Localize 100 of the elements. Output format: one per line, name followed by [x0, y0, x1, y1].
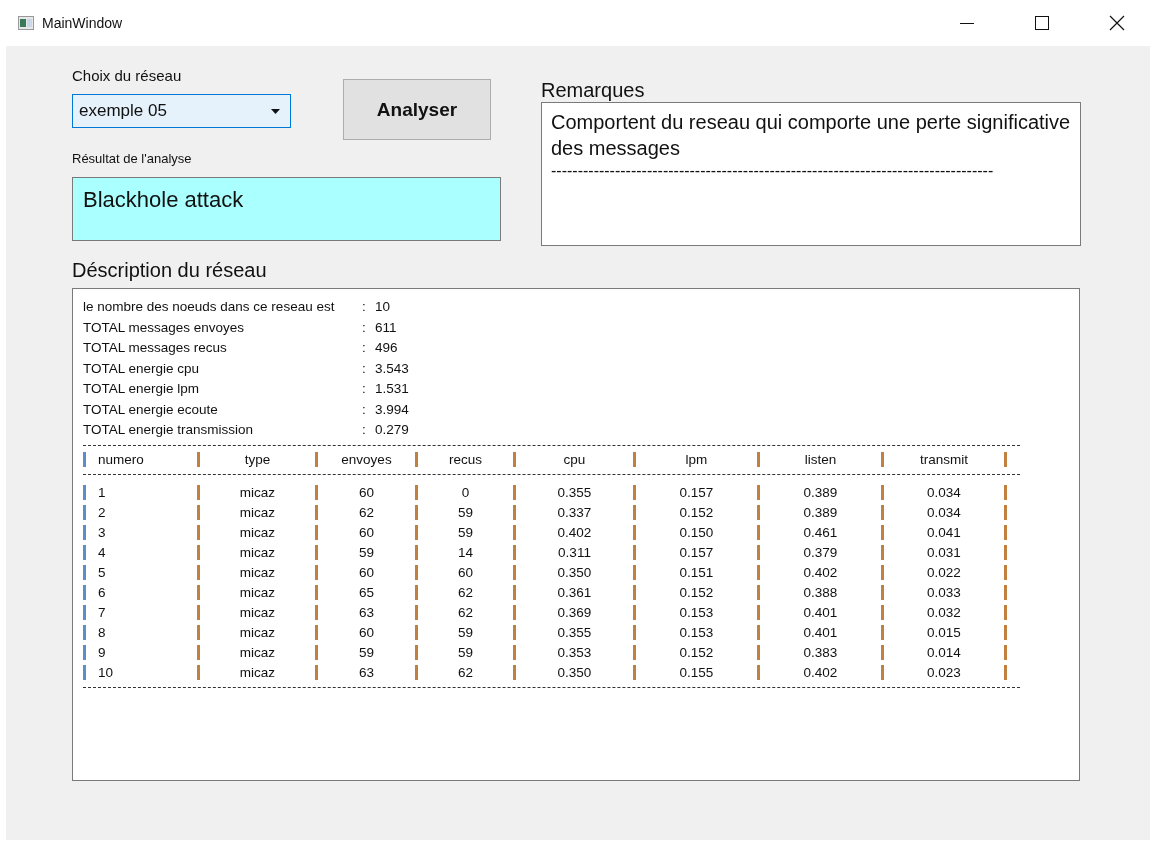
table-cell: 60 — [415, 565, 513, 580]
table-cell: 0.389 — [757, 485, 881, 500]
table-cell: micaz — [197, 585, 315, 600]
network-choice-label: Choix du réseau — [72, 66, 183, 86]
table-cell: 0.023 — [881, 665, 1007, 680]
table-cell: 0.014 — [881, 645, 1007, 660]
table-cell: micaz — [197, 525, 315, 540]
table-cell: 3 — [83, 525, 197, 540]
table-cell: 60 — [315, 625, 415, 640]
table-cell: 9 — [83, 645, 197, 660]
table-cell: 62 — [415, 665, 513, 680]
table-cell: 59 — [315, 645, 415, 660]
summary-value: 611 — [375, 318, 398, 337]
table-cell: 14 — [415, 545, 513, 560]
summary-separator: : — [361, 359, 367, 378]
table-cell: 0.151 — [633, 565, 757, 580]
table-cell: 0.034 — [881, 485, 1007, 500]
table-cell: 0.402 — [757, 565, 881, 580]
table-cell: 0.152 — [633, 645, 757, 660]
table-cell: 0.032 — [881, 605, 1007, 620]
table-cell: 0.402 — [513, 525, 633, 540]
table-cell: micaz — [197, 645, 315, 660]
summary-label: TOTAL energie cpu — [83, 359, 201, 378]
table-cell: 0.022 — [881, 565, 1007, 580]
summary-label: TOTAL messages envoyes — [83, 318, 246, 337]
table-cell: 0.350 — [513, 565, 633, 580]
maximize-icon[interactable] — [1034, 15, 1050, 31]
table-cell: 4 — [83, 545, 197, 560]
summary-separator: : — [361, 400, 367, 419]
table-cell: 0.015 — [881, 625, 1007, 640]
table-cell: 0.155 — [633, 665, 757, 680]
column-header: type — [197, 452, 315, 467]
app-icon — [18, 16, 34, 30]
summary-label: le nombre des noeuds dans ce reseau est — [83, 298, 336, 316]
table-cell: 0.379 — [757, 545, 881, 560]
table-cell: 1 — [83, 485, 197, 500]
table-cell: 0.350 — [513, 665, 633, 680]
table-cell: 0.152 — [633, 505, 757, 520]
summary-separator: : — [361, 298, 367, 316]
table-cell: 0.034 — [881, 505, 1007, 520]
table-cell: 59 — [315, 545, 415, 560]
summary-value: 0.279 — [375, 421, 410, 439]
table-cell: 65 — [315, 585, 415, 600]
table-cell: 59 — [415, 645, 513, 660]
table-cell: micaz — [197, 485, 315, 500]
table-cell: 7 — [83, 605, 197, 620]
table-cell: 0.383 — [757, 645, 881, 660]
table-cell: 0.402 — [757, 665, 881, 680]
table-cell: 0.361 — [513, 585, 633, 600]
table-cell: micaz — [197, 565, 315, 580]
summary-label: TOTAL energie lpm — [83, 380, 201, 398]
table-cell: micaz — [197, 605, 315, 620]
table-cell: 0.031 — [881, 545, 1007, 560]
table-cell: 0.153 — [633, 625, 757, 640]
table-cell: micaz — [197, 625, 315, 640]
table-cell: 0.152 — [633, 585, 757, 600]
table-cell: 6 — [83, 585, 197, 600]
summary-value: 496 — [375, 339, 399, 357]
remarks-label: Remarques — [541, 78, 646, 102]
table-cell: 62 — [415, 605, 513, 620]
table-cell: 0.337 — [513, 505, 633, 520]
summary-label: TOTAL energie transmission — [83, 421, 255, 439]
summary-value: 3.994 — [375, 400, 410, 419]
table-cell: 62 — [315, 505, 415, 520]
column-header: envoyes — [315, 452, 415, 467]
table-cell: 59 — [415, 525, 513, 540]
summary-value: 10 — [375, 298, 392, 316]
column-header: cpu — [513, 452, 633, 467]
table-cell: 59 — [415, 505, 513, 520]
table-cell: 10 — [83, 665, 197, 680]
network-dropdown[interactable]: exemple 05 — [72, 94, 291, 128]
table-cell: micaz — [197, 545, 315, 560]
close-icon[interactable] — [1109, 15, 1125, 31]
result-field: Blackhole attack — [72, 177, 501, 241]
table-cell: 0.401 — [757, 625, 881, 640]
table-cell: micaz — [197, 505, 315, 520]
column-header: lpm — [633, 452, 757, 467]
description-label: Déscription du réseau — [72, 258, 268, 282]
column-header: numero — [83, 452, 197, 467]
result-label: Résultat de l'analyse — [72, 150, 193, 168]
table-cell: 0.157 — [633, 485, 757, 500]
summary-separator: : — [361, 421, 367, 439]
remarks-text: des messages — [551, 136, 681, 161]
table-cell: 0.389 — [757, 505, 881, 520]
table-cell: 0 — [415, 485, 513, 500]
table-cell: 0.388 — [757, 585, 881, 600]
caret-icon — [271, 108, 280, 114]
table-cell: 0.461 — [757, 525, 881, 540]
remarks-text: Comportent du reseau qui comporte une perte significative — [551, 110, 1071, 135]
summary-label: TOTAL messages recus — [83, 339, 228, 357]
summary-label: TOTAL energie ecoute — [83, 400, 219, 419]
analyze-button[interactable]: Analyser — [343, 79, 491, 140]
table-cell: 63 — [315, 665, 415, 680]
table-cell: 0.353 — [513, 645, 633, 660]
table-cell: 59 — [415, 625, 513, 640]
table-cell: 60 — [315, 565, 415, 580]
table-cell: 60 — [315, 525, 415, 540]
summary-separator: : — [361, 339, 367, 357]
column-header: transmit — [881, 452, 1007, 467]
table-cell: 62 — [415, 585, 513, 600]
